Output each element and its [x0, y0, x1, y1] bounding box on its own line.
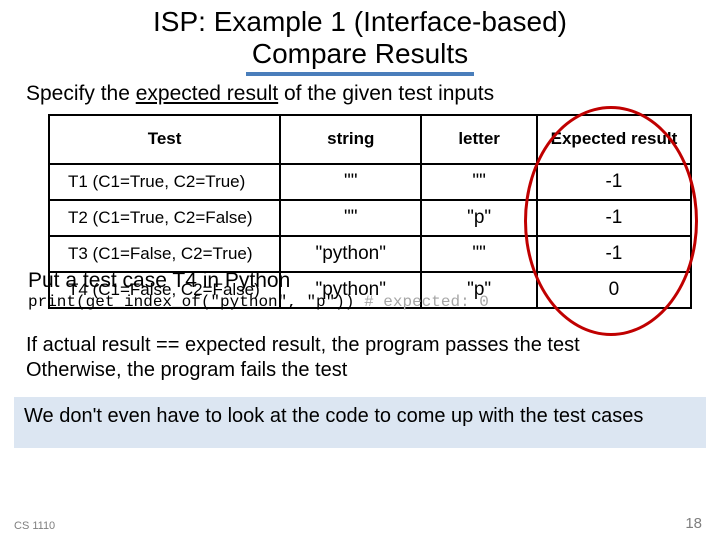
cell-name: T1 (C1=True, C2=True) — [49, 164, 280, 200]
slide-title: ISP: Example 1 (Interface-based) Compare… — [0, 0, 720, 76]
slide: ISP: Example 1 (Interface-based) Compare… — [0, 0, 720, 540]
body-text: If actual result == expected result, the… — [0, 323, 720, 383]
code-line: print(get_index_of("python", "p")) # exp… — [28, 293, 489, 311]
cell-letter: "" — [421, 164, 537, 200]
subtitle-underline: expected result — [136, 82, 278, 105]
subtitle: Specify the expected result of the given… — [0, 76, 720, 114]
put-text: Put a test case T4 in Python — [28, 269, 290, 293]
title-line-2: Compare Results — [246, 38, 474, 76]
cell-letter: "p" — [421, 200, 537, 236]
col-test: Test — [49, 115, 280, 164]
cell-name: T2 (C1=True, C2=False) — [49, 200, 280, 236]
subtitle-pre: Specify the — [26, 82, 136, 105]
footer-course: CS 1110 — [14, 520, 55, 532]
col-string: string — [280, 115, 421, 164]
subtitle-post: of the given test inputs — [278, 82, 494, 105]
col-expected: Expected result — [537, 115, 691, 164]
code-comment: # expected: 0 — [364, 293, 489, 311]
cell-expected: -1 — [537, 200, 691, 236]
footer-page: 18 — [685, 515, 702, 532]
col-letter: letter — [421, 115, 537, 164]
table-row: T1 (C1=True, C2=True) "" "" -1 — [49, 164, 691, 200]
cell-string: "" — [280, 164, 421, 200]
table-header-row: Test string letter Expected result — [49, 115, 691, 164]
banner: We don't even have to look at the code t… — [14, 397, 706, 448]
code-call: print(get_index_of("python", "p")) — [28, 293, 364, 311]
cell-string: "" — [280, 200, 421, 236]
overlay-area: Put a test case T4 in Python print(get_i… — [28, 263, 692, 323]
table-row: T2 (C1=True, C2=False) "" "p" -1 — [49, 200, 691, 236]
body-line-2: Otherwise, the program fails the test — [26, 358, 694, 383]
body-line-1: If actual result == expected result, the… — [26, 333, 694, 358]
cell-expected: -1 — [537, 164, 691, 200]
title-line-1: ISP: Example 1 (Interface-based) — [0, 6, 720, 38]
